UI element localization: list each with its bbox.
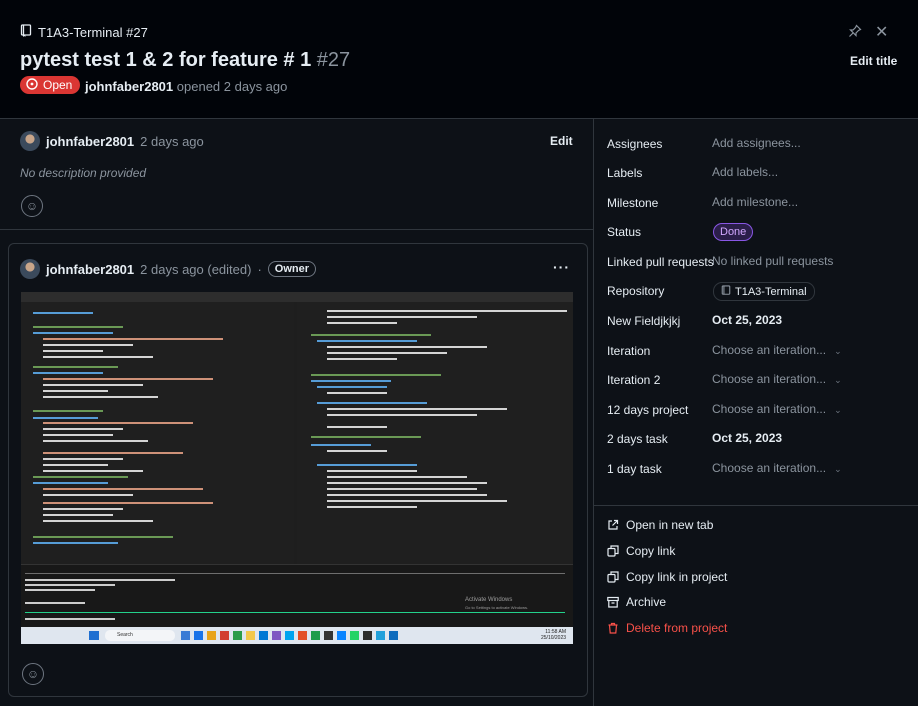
iteration-value[interactable]: Choose an iteration... ⌄ xyxy=(712,343,842,357)
owner-badge: Owner xyxy=(267,261,317,277)
chevron-down-icon: ⌄ xyxy=(834,405,842,415)
pin-icon[interactable] xyxy=(848,24,862,41)
field-label-iteration: Iteration xyxy=(607,344,651,358)
2-days-task-value[interactable]: Oct 25, 2023 xyxy=(712,431,782,445)
new-fieldjkjkj-value[interactable]: Oct 25, 2023 xyxy=(712,313,782,327)
windows-start-icon xyxy=(89,631,99,640)
taskbar-search-box: Search xyxy=(105,630,175,641)
field-label-assignees: Assignees xyxy=(607,137,663,151)
edit-comment-button[interactable]: Edit xyxy=(550,134,573,148)
chevron-down-icon: ⌄ xyxy=(834,375,842,385)
opened-text: opened 2 days ago xyxy=(176,79,288,94)
close-icon[interactable]: ✕ xyxy=(875,22,888,42)
avatar[interactable] xyxy=(20,259,40,279)
repo-icon xyxy=(20,24,32,40)
iteration-2-placeholder: Choose an iteration... xyxy=(712,372,827,386)
terminal-panel: Activate Windows Go to Settings to activ… xyxy=(21,564,573,628)
taskbar-clock: 11:58 AM 25/10/2023 xyxy=(541,629,566,641)
field-label-status: Status xyxy=(607,225,642,239)
comment-time[interactable]: 2 days ago xyxy=(140,134,204,149)
status-badge-done[interactable]: Done xyxy=(713,223,754,241)
issue-open-icon xyxy=(26,77,38,93)
field-label-2-days-task: 2 days task xyxy=(607,432,668,446)
windows-taskbar: Search 11:58 AM 25/10/2023 xyxy=(21,627,573,644)
issue-number: #27 xyxy=(316,49,351,71)
field-label-milestone: Milestone xyxy=(607,196,659,210)
chevron-down-icon: ⌄ xyxy=(834,346,842,356)
chevron-down-icon: ⌄ xyxy=(834,464,842,474)
copy-icon xyxy=(607,545,619,557)
milestone-value[interactable]: Add milestone... xyxy=(712,195,798,209)
opened-by-line: johnfaber2801 opened 2 days ago xyxy=(85,79,287,94)
field-label-iteration-2: Iteration 2 xyxy=(607,373,661,387)
comment-header: johnfaber2801 2 days ago xyxy=(20,131,204,151)
separator-dot: · xyxy=(257,261,262,277)
add-reaction-smiley-icon[interactable]: ☺ xyxy=(21,195,43,217)
field-label-new-fieldjkjkj: New Fieldjkjkj xyxy=(607,314,681,328)
issue-title: pytest test 1 & 2 for feature # 1 #27 xyxy=(20,49,350,72)
issue-header: T1A3-Terminal #27 pytest test 1 & 2 for … xyxy=(0,0,918,119)
sidebar-divider xyxy=(594,505,918,506)
copy-link-label: Copy link xyxy=(626,544,676,558)
avatar[interactable] xyxy=(20,131,40,151)
delete-from-project-label: Delete from project xyxy=(626,621,728,635)
trash-icon xyxy=(607,622,619,634)
open-in-new-tab-button[interactable]: Open in new tab xyxy=(607,518,713,532)
iteration-placeholder: Choose an iteration... xyxy=(712,343,827,357)
repo-reference[interactable]: T1A3-Terminal #27 xyxy=(20,24,148,40)
taskbar-app-icons xyxy=(181,631,398,640)
editor-left-pane xyxy=(21,302,294,564)
code-lines-right xyxy=(311,310,567,508)
copy-icon xyxy=(607,571,619,583)
attached-screenshot-image[interactable]: Activate Windows Go to Settings to activ… xyxy=(21,292,573,644)
code-lines-left xyxy=(33,312,223,544)
archive-label: Archive xyxy=(626,595,667,609)
comment-author[interactable]: johnfaber2801 xyxy=(46,134,134,149)
field-label-12-days-project: 12 days project xyxy=(607,403,689,417)
copy-link-in-project-button[interactable]: Copy link in project xyxy=(607,570,727,584)
status-badge-open: Open xyxy=(20,76,81,94)
comment-header: johnfaber2801 2 days ago (edited) · Owne… xyxy=(20,259,317,279)
repo-icon xyxy=(721,284,731,299)
editor-tabs-bar xyxy=(21,292,573,302)
repository-chip-label: T1A3-Terminal xyxy=(735,285,807,298)
repo-reference-label: T1A3-Terminal #27 xyxy=(38,24,148,40)
more-options-button[interactable]: ··· xyxy=(553,259,570,275)
comment-body: No description provided xyxy=(20,166,147,180)
add-reaction-smiley-icon[interactable]: ☺ xyxy=(22,663,44,685)
iteration-2-value[interactable]: Choose an iteration... ⌄ xyxy=(712,372,842,386)
labels-value[interactable]: Add labels... xyxy=(712,165,778,179)
edit-title-button[interactable]: Edit title xyxy=(850,54,897,68)
copy-link-in-project-label: Copy link in project xyxy=(626,570,728,584)
copy-link-button[interactable]: Copy link xyxy=(607,544,675,558)
field-label-linked-pull-requests: Linked pull requests xyxy=(607,255,714,269)
archive-icon xyxy=(607,596,619,608)
external-link-icon xyxy=(607,519,619,531)
field-label-labels: Labels xyxy=(607,166,643,180)
12-days-project-placeholder: Choose an iteration... xyxy=(712,402,827,416)
open-in-new-tab-label: Open in new tab xyxy=(626,518,714,532)
author-link[interactable]: johnfaber2801 xyxy=(85,79,173,94)
repository-chip[interactable]: T1A3-Terminal xyxy=(713,282,815,301)
field-label-1-day-task: 1 day task xyxy=(607,462,662,476)
field-label-repository: Repository xyxy=(607,284,665,298)
comment-author[interactable]: johnfaber2801 xyxy=(46,262,134,277)
comment-time[interactable]: 2 days ago (edited) xyxy=(140,262,251,277)
editor-right-pane xyxy=(297,302,573,564)
panel-divider xyxy=(593,119,594,706)
linked-pull-requests-value[interactable]: No linked pull requests xyxy=(712,254,833,268)
activate-windows-subtitle: Go to Settings to activate Windows. xyxy=(465,605,529,610)
issue-title-text: pytest test 1 & 2 for feature # 1 xyxy=(20,49,312,71)
assignees-value[interactable]: Add assignees... xyxy=(712,136,801,150)
description-comment: johnfaber2801 2 days ago Edit No descrip… xyxy=(0,119,593,230)
12-days-project-value[interactable]: Choose an iteration... ⌄ xyxy=(712,402,842,416)
activate-windows-title: Activate Windows xyxy=(465,597,513,603)
delete-from-project-button[interactable]: Delete from project xyxy=(607,621,727,635)
1-day-task-value[interactable]: Choose an iteration... ⌄ xyxy=(712,461,842,475)
status-badge-label: Open xyxy=(43,78,73,92)
1-day-task-placeholder: Choose an iteration... xyxy=(712,461,827,475)
archive-button[interactable]: Archive xyxy=(607,595,666,609)
comment-card: johnfaber2801 2 days ago (edited) · Owne… xyxy=(8,243,588,697)
taskbar-date: 25/10/2023 xyxy=(541,635,567,641)
